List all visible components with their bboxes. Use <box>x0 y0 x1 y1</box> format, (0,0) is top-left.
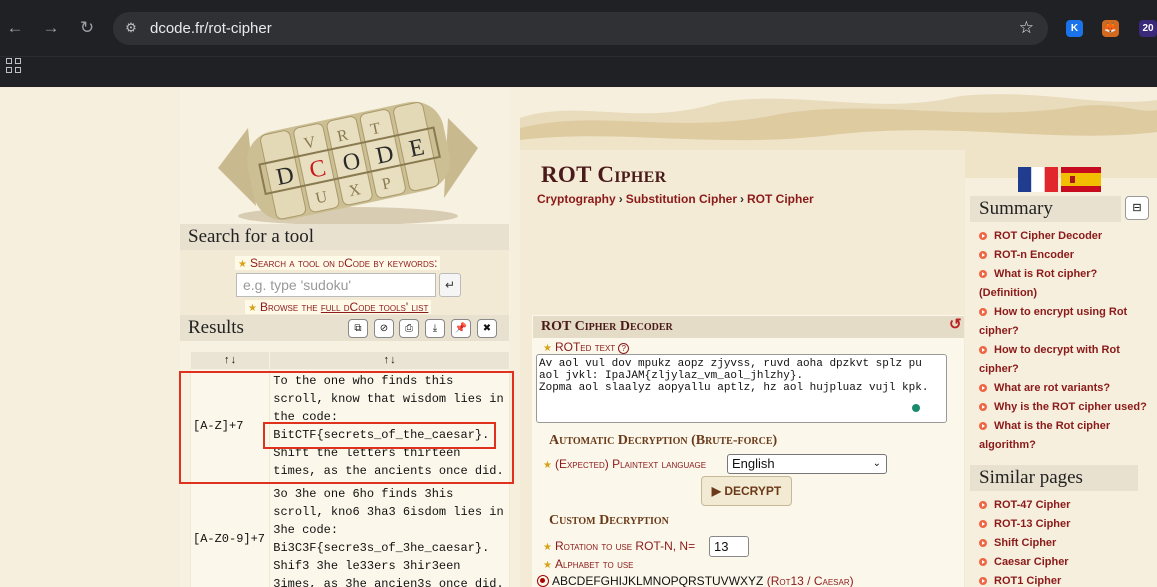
bullet-icon <box>979 501 987 509</box>
rotation-label: ★ Rotation to use ROT-N, N= <box>543 539 696 553</box>
bookmarks-bar <box>0 56 1157 87</box>
roted-text-label: ★ ROTed text? <box>543 340 630 354</box>
reload-icon[interactable]: ↻ <box>76 17 98 39</box>
alphabet-label: ★ Alphabet to use <box>543 557 634 571</box>
reset-icon[interactable]: ↺ <box>949 315 962 333</box>
bullet-icon <box>979 558 987 566</box>
breadcrumb-cryptography[interactable]: Cryptography <box>537 192 616 206</box>
star-icon: ★ <box>248 303 257 314</box>
collapse-icon[interactable]: ⊟ <box>1125 196 1149 220</box>
grammar-check-icon[interactable] <box>912 404 920 412</box>
bullet-icon <box>979 346 987 354</box>
address-bar[interactable]: ⚙ dcode.fr/rot-cipher ☆ <box>113 12 1048 45</box>
bullet-icon <box>979 539 987 547</box>
clear-icon[interactable]: ⊘ <box>374 319 394 338</box>
alphabet-option[interactable]: ABCDEFGHIJKLMNOPQRSTUVWXYZ (Rot13 / Caes… <box>552 574 854 587</box>
back-icon[interactable]: ← <box>4 17 26 39</box>
language-select[interactable]: English ⌄ <box>727 454 887 474</box>
site-settings-icon[interactable]: ⚙ <box>122 19 140 37</box>
similar-pages-title: Similar pages <box>970 465 1138 491</box>
search-input[interactable]: e.g. type 'sudoku' <box>236 273 436 297</box>
breadcrumb: Cryptography › Substitution Cipher › ROT Cip… <box>537 192 814 206</box>
similar-page-item[interactable]: ROT-13 Cipher <box>970 515 1157 534</box>
dcode-logo[interactable]: D C O D E V R T U X P <box>208 88 488 226</box>
pin-icon[interactable]: 📌 <box>451 319 471 338</box>
browse-tools-link[interactable]: ★ Browse the full dCode tools' list <box>245 300 432 314</box>
sort-key-column-header[interactable]: ↑↓ <box>189 351 271 370</box>
french-flag-icon[interactable] <box>1018 167 1058 192</box>
download-icon[interactable]: ⤓ <box>425 319 445 338</box>
apps-grid-icon[interactable] <box>6 58 22 74</box>
breadcrumb-rot-cipher[interactable]: ROT Cipher <box>747 192 814 206</box>
sort-value-column-header[interactable]: ↑↓ <box>269 351 510 370</box>
chevron-down-icon: ⌄ <box>872 458 881 469</box>
plaintext-language-label: ★ (Expected) Plaintext language <box>543 457 707 471</box>
custom-decryption-title: Custom Decryption <box>549 513 669 528</box>
similar-page-item[interactable]: ROT-47 Cipher <box>970 496 1157 515</box>
copy-icon[interactable]: ⧉ <box>348 319 368 338</box>
close-icon[interactable]: ✖ <box>477 319 497 338</box>
print-icon[interactable]: ⎙ <box>399 319 419 338</box>
summary-item[interactable]: How to encrypt using Rot cipher? <box>970 303 1157 341</box>
summary-item[interactable]: What is the Rot cipher algorithm? <box>970 417 1157 455</box>
results-table: ↑↓ ↑↓ [A-Z]+7 To the one who finds this … <box>189 351 510 587</box>
bullet-icon <box>979 403 987 411</box>
bookmark-star-icon[interactable]: ☆ <box>1019 18 1034 38</box>
search-submit-button[interactable]: ↵ <box>439 273 461 297</box>
similar-page-item[interactable]: Caesar Cipher <box>970 553 1157 572</box>
result-key: [A-Z]+7 <box>189 369 271 483</box>
extension-fox-icon[interactable]: 🦊 <box>1102 20 1119 37</box>
similar-page-item[interactable]: Shift Cipher <box>970 534 1157 553</box>
bullet-icon <box>979 251 987 259</box>
star-icon: ★ <box>543 460 552 471</box>
help-icon[interactable]: ? <box>618 343 630 354</box>
alphabet-radio-selected[interactable] <box>537 575 549 587</box>
summary-list: ROT Cipher Decoder ROT-n Encoder What is… <box>970 227 1157 455</box>
table-row: [A-Z0-9]+7 3o 3he one 6ho finds 3his scr… <box>189 482 510 587</box>
breadcrumb-substitution-cipher[interactable]: Substitution Cipher <box>626 192 737 206</box>
extension-badge-count: 20 <box>1142 23 1154 34</box>
language-select-value: English <box>732 456 775 471</box>
bullet-icon <box>979 520 987 528</box>
automatic-decryption-title: Automatic Decryption (Brute-force) <box>549 433 778 448</box>
star-icon: ★ <box>543 343 552 354</box>
forward-icon[interactable]: → <box>40 17 62 39</box>
result-value: To the one who finds this scroll, know t… <box>269 369 510 483</box>
decoder-title: ROT Cipher Decoder <box>533 316 964 338</box>
summary-item[interactable]: What is Rot cipher? (Definition) <box>970 265 1157 303</box>
bullet-icon <box>979 422 987 430</box>
summary-item[interactable]: ROT-n Encoder <box>970 246 1157 265</box>
star-icon: ★ <box>238 259 247 270</box>
result-value: 3o 3he one 6ho finds 3his scroll, kno6 3… <box>269 482 510 587</box>
extension-k-icon[interactable]: K <box>1066 20 1083 37</box>
bullet-icon <box>979 384 987 392</box>
result-key: [A-Z0-9]+7 <box>189 482 271 587</box>
search-section-title: Search for a tool <box>180 224 509 250</box>
summary-item[interactable]: ROT Cipher Decoder <box>970 227 1157 246</box>
url-text[interactable]: dcode.fr/rot-cipher <box>150 20 272 37</box>
bullet-icon <box>979 308 987 316</box>
ciphertext-input[interactable]: Av aol vul dov mpukz aopz zjyvss, ruvd a… <box>536 354 947 423</box>
similar-pages-list: ROT-47 Cipher ROT-13 Cipher Shift Cipher… <box>970 496 1157 587</box>
summary-item[interactable]: How to decrypt with Rot cipher? <box>970 341 1157 379</box>
search-keywords-label: ★ Search a tool on dCode by keywords: <box>235 256 441 270</box>
similar-page-item[interactable]: ROT1 Cipher <box>970 572 1157 587</box>
table-row: [A-Z]+7 To the one who finds this scroll… <box>189 369 510 483</box>
summary-item[interactable]: What are rot variants? <box>970 379 1157 398</box>
summary-title: Summary <box>970 196 1121 222</box>
decrypt-button[interactable]: ▶ DECRYPT <box>701 476 792 506</box>
page-title: ROT Cipher <box>541 162 667 187</box>
bullet-icon <box>979 232 987 240</box>
spanish-flag-icon[interactable] <box>1061 167 1101 192</box>
summary-item[interactable]: Why is the ROT cipher used? <box>970 398 1157 417</box>
star-icon: ★ <box>543 542 552 553</box>
star-icon: ★ <box>543 560 552 571</box>
table-header-row: ↑↓ ↑↓ <box>189 351 510 370</box>
rotation-n-input[interactable]: 13 <box>709 536 749 557</box>
extension-badge-icon[interactable]: 20 <box>1139 20 1157 37</box>
bullet-icon <box>979 270 987 278</box>
bullet-icon <box>979 577 987 585</box>
